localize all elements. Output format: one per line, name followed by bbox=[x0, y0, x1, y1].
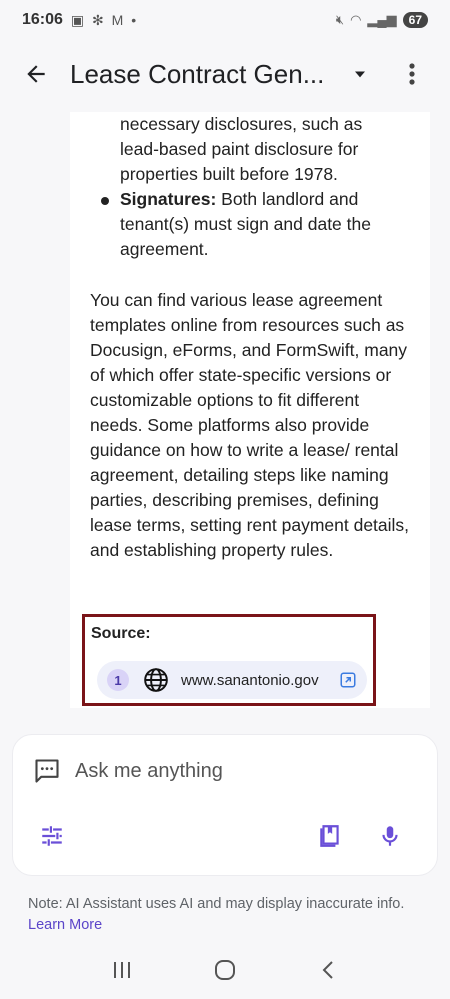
wifi-icon: ◠ bbox=[350, 12, 362, 27]
mute-icon: 🔇︎ bbox=[335, 12, 345, 27]
input-toolbar bbox=[13, 823, 439, 853]
app-bar: Lease Contract Gen... bbox=[0, 46, 450, 102]
home-button[interactable] bbox=[205, 950, 245, 990]
chevron-left-icon bbox=[322, 960, 334, 979]
status-bar: 16:06 ▣ ✻ M • 🔇︎ ◠ ▂▄▆ 67 bbox=[0, 0, 450, 40]
learn-more-link[interactable]: Learn More bbox=[28, 917, 102, 933]
arrow-back-icon bbox=[27, 65, 45, 83]
source-chip[interactable]: 1 www.sanantonio.gov bbox=[97, 661, 367, 699]
status-time: 16:06 bbox=[22, 11, 63, 28]
recent-apps-button[interactable] bbox=[102, 950, 142, 990]
chat-input[interactable]: Ask me anything bbox=[33, 757, 223, 785]
chat-input-card: Ask me anything bbox=[12, 734, 438, 876]
bullet-label: Signatures: bbox=[120, 189, 217, 209]
bullet-item-signatures: Signatures: Both landlord and tenant(s) … bbox=[90, 187, 410, 262]
chat-bubble-icon bbox=[35, 759, 59, 783]
source-number-badge: 1 bbox=[107, 669, 129, 691]
more-options-button[interactable] bbox=[394, 54, 430, 94]
back-nav-button[interactable] bbox=[308, 950, 348, 990]
response-card: necessary disclosures, such as lead-base… bbox=[70, 112, 430, 708]
page-title: Lease Contract Gen... bbox=[70, 58, 325, 89]
back-button[interactable] bbox=[16, 54, 56, 94]
open-link-icon bbox=[340, 672, 356, 688]
voice-input-button[interactable] bbox=[377, 823, 407, 853]
tune-icon bbox=[42, 826, 62, 846]
more-vert-icon bbox=[409, 63, 415, 85]
text-line: properties built before 1978. bbox=[120, 164, 338, 184]
ai-disclaimer: Note: AI Assistant uses AI and may displ… bbox=[28, 894, 428, 936]
signal-icon: ▂▄▆ bbox=[367, 12, 397, 27]
continued-text: necessary disclosures, such as lead-base… bbox=[90, 112, 410, 187]
library-button[interactable] bbox=[317, 823, 347, 853]
notification-icons: ▣ ✻ M • bbox=[70, 11, 139, 28]
system-nav-bar bbox=[0, 940, 450, 999]
response-paragraph: You can find various lease agreement tem… bbox=[90, 290, 410, 560]
globe-icon bbox=[144, 668, 168, 692]
source-label: Source: bbox=[91, 625, 151, 642]
source-site: www.sanantonio.gov bbox=[181, 671, 319, 689]
settings-button[interactable] bbox=[39, 823, 69, 853]
caret-down-icon bbox=[355, 71, 365, 78]
bullet-icon bbox=[90, 187, 120, 262]
recent-apps-icon bbox=[113, 961, 130, 978]
title-dropdown-button[interactable] bbox=[342, 56, 378, 92]
home-icon bbox=[214, 959, 235, 980]
text-line: lead-based paint disclosure for bbox=[120, 139, 359, 159]
source-section: Source: 1 www.sanantonio.gov bbox=[82, 614, 376, 706]
mic-icon bbox=[382, 826, 398, 846]
battery-indicator: 67 bbox=[402, 12, 428, 28]
text-line: necessary disclosures, such as bbox=[120, 114, 363, 134]
book-icon bbox=[320, 825, 339, 847]
disclaimer-text: Note: AI Assistant uses AI and may displ… bbox=[28, 896, 405, 912]
input-placeholder: Ask me anything bbox=[75, 759, 223, 782]
